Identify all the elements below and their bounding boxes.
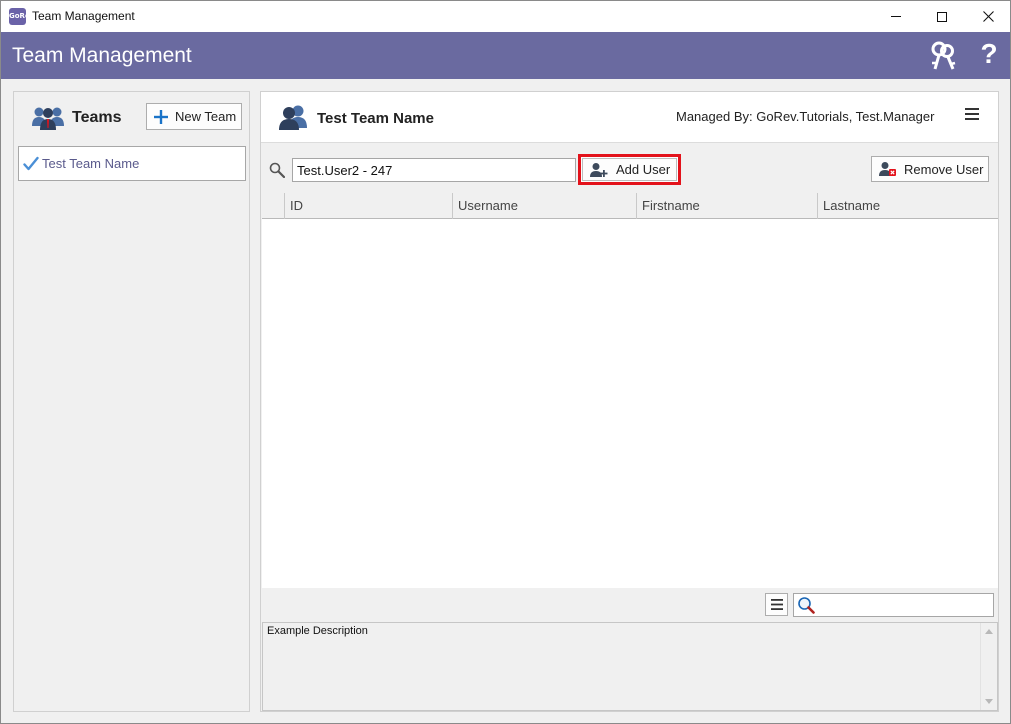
description-text: Example Description bbox=[267, 625, 368, 637]
teams-title: Teams bbox=[72, 109, 122, 126]
page-title: Team Management bbox=[12, 44, 192, 67]
table-header: ID Username Firstname Lastname bbox=[262, 193, 998, 219]
users-group-icon bbox=[32, 107, 64, 130]
managed-by-text: Managed By: GoRev.Tutorials, Test.Manage… bbox=[676, 109, 935, 124]
users-icon bbox=[279, 105, 307, 130]
column-header-lastname[interactable]: Lastname bbox=[817, 193, 998, 219]
list-icon bbox=[770, 599, 783, 610]
remove-user-icon bbox=[879, 162, 896, 176]
add-user-button[interactable]: Add User bbox=[578, 154, 681, 185]
filter-search-icon bbox=[798, 597, 815, 614]
description-scrollbar[interactable] bbox=[980, 623, 997, 710]
teams-panel: Teams New Team Test Team Name bbox=[13, 91, 250, 712]
column-header-username[interactable]: Username bbox=[452, 193, 636, 219]
row-header-column bbox=[262, 193, 284, 219]
team-detail-header: Test Team Name Managed By: GoRev.Tutoria… bbox=[261, 92, 998, 143]
scroll-down-icon[interactable] bbox=[985, 699, 993, 704]
team-list: Test Team Name bbox=[18, 146, 246, 709]
team-list-item[interactable]: Test Team Name bbox=[18, 146, 246, 181]
add-user-icon bbox=[590, 162, 608, 177]
maximize-icon bbox=[937, 11, 947, 22]
hamburger-menu-icon[interactable] bbox=[965, 108, 979, 120]
help-icon[interactable]: ? bbox=[977, 37, 1001, 71]
plus-icon bbox=[154, 109, 168, 124]
members-table: ID Username Firstname Lastname bbox=[262, 193, 998, 588]
app-header: Team Management bbox=[1, 32, 1010, 79]
column-header-id[interactable]: ID bbox=[284, 193, 452, 219]
close-button[interactable] bbox=[965, 1, 1010, 32]
new-team-label: New Team bbox=[175, 109, 237, 124]
team-management-window: GoRev Team Management Team Management ? bbox=[0, 0, 1011, 724]
window-title: Team Management bbox=[32, 9, 135, 23]
column-header-firstname[interactable]: Firstname bbox=[636, 193, 817, 219]
table-toolbar bbox=[262, 589, 998, 619]
new-team-button[interactable]: New Team bbox=[146, 103, 242, 130]
description-box[interactable]: Example Description bbox=[262, 622, 998, 711]
team-list-item-label: Test Team Name bbox=[42, 156, 140, 171]
filter-search-field[interactable] bbox=[793, 593, 994, 617]
app-logo-icon: GoRev bbox=[9, 8, 34, 25]
close-icon bbox=[982, 11, 994, 22]
minimize-button[interactable] bbox=[873, 1, 919, 32]
search-icon bbox=[269, 162, 285, 178]
user-search-input[interactable] bbox=[292, 158, 576, 182]
check-icon bbox=[23, 156, 39, 170]
minimize-icon bbox=[891, 16, 901, 17]
table-body[interactable] bbox=[262, 219, 998, 588]
scroll-up-icon[interactable] bbox=[985, 629, 993, 634]
team-detail-panel: Test Team Name Managed By: GoRev.Tutoria… bbox=[260, 91, 999, 712]
maximize-button[interactable] bbox=[919, 1, 965, 32]
team-name-title: Test Team Name bbox=[317, 110, 434, 127]
remove-user-label: Remove User bbox=[904, 161, 984, 177]
remove-user-button[interactable]: Remove User bbox=[871, 156, 989, 182]
title-bar: GoRev Team Management bbox=[1, 1, 1010, 32]
list-view-button[interactable] bbox=[765, 593, 788, 616]
keys-icon[interactable] bbox=[929, 41, 957, 71]
